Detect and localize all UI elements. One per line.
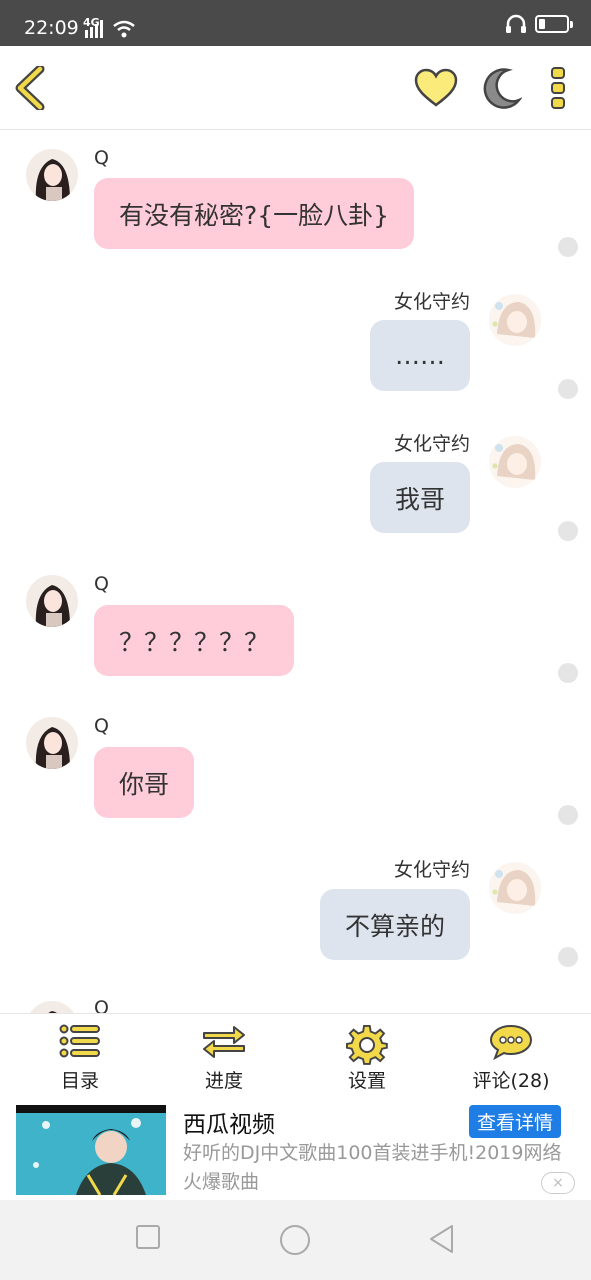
nav-item-progress[interactable]: 进度: [154, 1014, 294, 1098]
read-indicator: [558, 947, 578, 967]
message-bubble[interactable]: 你哥: [94, 747, 195, 818]
reader-bottom-nav: 目录 进度 设置 评论(28): [0, 1013, 591, 1097]
headphones-icon: [506, 14, 526, 33]
avatar[interactable]: [26, 1001, 78, 1013]
sender-name: 女化守约: [393, 291, 470, 313]
more-icon[interactable]: [548, 66, 568, 110]
nav-label: 目录: [60, 1070, 99, 1092]
status-time: 22:09: [24, 17, 79, 39]
read-indicator: [558, 521, 578, 541]
nav-item-settings[interactable]: 设置: [297, 1014, 437, 1098]
avatar[interactable]: [489, 294, 541, 346]
message-bubble[interactable]: 有没有秘密?{一脸八卦}: [94, 178, 415, 249]
ad-thumbnail[interactable]: [16, 1105, 166, 1195]
chat-list[interactable]: Q 有没有秘密?{一脸八卦} 女化守约 …… 女化守约 我哥 Q ？？？？？？: [0, 131, 591, 1013]
system-nav-bar: [0, 1200, 591, 1280]
nav-item-comments[interactable]: 评论(28): [441, 1014, 581, 1098]
message-bubble[interactable]: 不算亲的: [319, 889, 470, 960]
ad-close-button[interactable]: ×: [541, 1172, 575, 1194]
back-icon[interactable]: [14, 66, 50, 110]
sender-name: Q: [94, 715, 109, 737]
status-bar: 22:09 4G: [0, 0, 591, 46]
wifi-icon: [113, 20, 135, 38]
sender-name: Q: [94, 573, 109, 595]
recents-icon[interactable]: [135, 1224, 161, 1250]
home-icon[interactable]: [279, 1224, 311, 1256]
signal-icon: [85, 20, 103, 38]
nav-label: 进度: [204, 1070, 243, 1092]
ad-title: 西瓜视频: [183, 1112, 275, 1138]
avatar[interactable]: [26, 575, 78, 627]
nav-label: 设置: [347, 1070, 386, 1092]
avatar[interactable]: [26, 717, 78, 769]
message-bubble[interactable]: ……: [370, 320, 470, 391]
sender-name: Q: [94, 997, 109, 1013]
read-indicator: [558, 379, 578, 399]
ad-cta-button[interactable]: 查看详情: [469, 1105, 561, 1138]
reader-toolbar: [0, 46, 591, 130]
sender-name: Q: [94, 147, 109, 169]
read-indicator: [558, 663, 578, 683]
sender-name: 女化守约: [393, 859, 470, 881]
ad-banner[interactable]: 西瓜视频 查看详情 好听的DJ中文歌曲100首装进手机!2019网络火爆歌曲 ×: [0, 1097, 591, 1200]
avatar[interactable]: [489, 862, 541, 914]
sender-name: 女化守约: [393, 433, 470, 455]
avatar[interactable]: [489, 436, 541, 488]
nav-label: 评论(28): [472, 1070, 550, 1092]
read-indicator: [558, 805, 578, 825]
message-bubble[interactable]: ？？？？？？: [94, 605, 295, 676]
moon-icon[interactable]: [478, 66, 522, 110]
read-indicator: [558, 237, 578, 257]
heart-icon[interactable]: [414, 68, 458, 108]
comment-icon: [489, 1024, 533, 1060]
battery-icon: [535, 15, 573, 33]
avatar[interactable]: [26, 149, 78, 201]
back-nav-icon[interactable]: [428, 1224, 456, 1254]
nav-item-catalog[interactable]: 目录: [10, 1014, 150, 1098]
list-icon: [59, 1024, 100, 1058]
message-bubble[interactable]: 我哥: [369, 462, 470, 533]
swap-arrows-icon: [203, 1026, 245, 1058]
gear-icon: [346, 1024, 388, 1065]
ad-description: 好听的DJ中文歌曲100首装进手机!2019网络火爆歌曲: [183, 1142, 562, 1193]
